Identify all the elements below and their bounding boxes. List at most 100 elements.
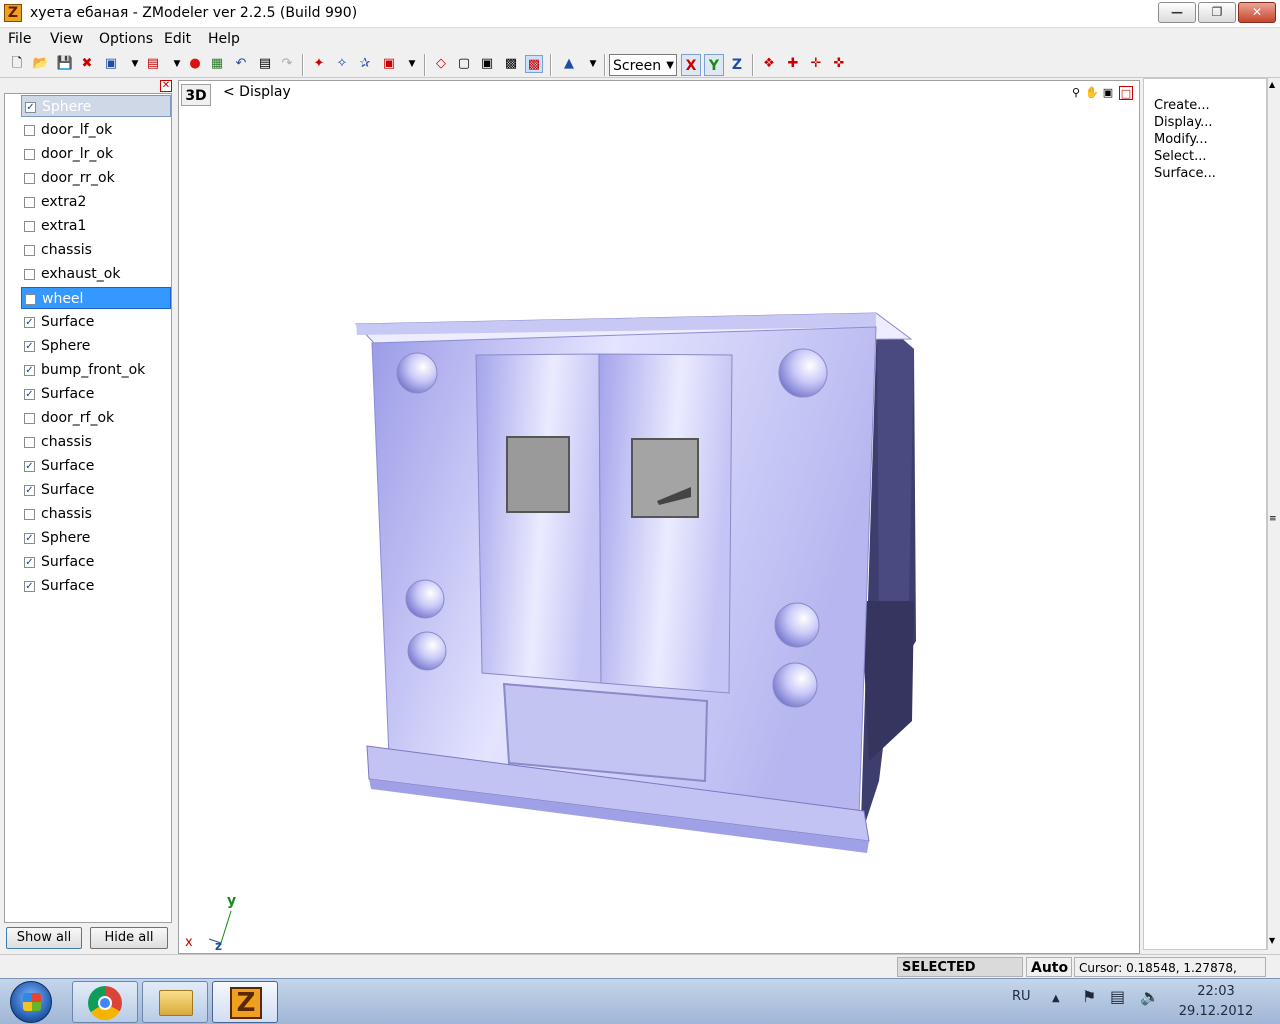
object-list-item[interactable]: ✓ Surface bbox=[21, 383, 171, 405]
visibility-checkbox[interactable] bbox=[24, 197, 35, 208]
axis-z-toggle[interactable]: Z bbox=[727, 54, 747, 76]
surface-menu-item[interactable]: Surface... bbox=[1154, 166, 1216, 181]
show-hidden-icons-icon[interactable]: ▲ bbox=[1052, 993, 1060, 1004]
visibility-checkbox[interactable] bbox=[24, 173, 35, 184]
modify-menu-item[interactable]: Modify... bbox=[1154, 132, 1208, 147]
face-mode-icon[interactable]: ▣ bbox=[478, 55, 496, 73]
maximize-button[interactable]: ❐ bbox=[1198, 2, 1236, 23]
visibility-checkbox[interactable]: ✓ bbox=[24, 365, 35, 376]
visibility-checkbox[interactable]: ✓ bbox=[24, 389, 35, 400]
object-list-item[interactable]: door_lf_ok bbox=[21, 119, 171, 141]
select-edge-icon[interactable]: ✧ bbox=[333, 55, 351, 73]
visibility-checkbox[interactable] bbox=[25, 294, 36, 305]
menu-view[interactable]: View bbox=[50, 31, 83, 47]
menu-help[interactable]: Help bbox=[208, 31, 240, 47]
visibility-checkbox[interactable] bbox=[24, 125, 35, 136]
object-list-item[interactable]: door_rr_ok bbox=[21, 167, 171, 189]
start-button[interactable] bbox=[10, 981, 52, 1023]
close-button[interactable]: ✕ bbox=[1238, 2, 1276, 23]
save-icon[interactable]: 💾 bbox=[56, 55, 74, 73]
import-dropdown-icon[interactable]: ▼ bbox=[126, 55, 144, 73]
visibility-checkbox[interactable] bbox=[24, 149, 35, 160]
zmodeler-taskbar-button[interactable]: Z bbox=[212, 981, 278, 1023]
visibility-checkbox[interactable]: ✓ bbox=[24, 581, 35, 592]
object-list-item[interactable]: ✓ Surface bbox=[21, 551, 171, 573]
visibility-checkbox[interactable] bbox=[24, 221, 35, 232]
scroll-grip-icon[interactable]: ≡ bbox=[1269, 514, 1277, 524]
chrome-taskbar-button[interactable] bbox=[72, 981, 138, 1023]
visibility-checkbox[interactable] bbox=[24, 269, 35, 280]
coordinate-space-select[interactable]: Screen ▼ bbox=[609, 54, 677, 76]
menu-edit[interactable]: Edit bbox=[164, 31, 191, 47]
open-folder-icon[interactable]: 📂 bbox=[32, 55, 50, 73]
network-icon[interactable]: ▤ bbox=[1110, 987, 1125, 1006]
new-file-icon[interactable]: 🗋 bbox=[8, 55, 26, 73]
system-clock[interactable]: 22:03 29.12.2012 bbox=[1170, 982, 1262, 1022]
shading-icon[interactable]: ▲ bbox=[560, 55, 578, 73]
object-list-item[interactable]: extra1 bbox=[21, 215, 171, 237]
object-list-item[interactable]: ✓ bump_front_ok bbox=[21, 359, 171, 381]
visibility-checkbox[interactable]: ✓ bbox=[24, 341, 35, 352]
select-menu-item[interactable]: Select... bbox=[1154, 149, 1207, 164]
export-icon[interactable]: ▤ bbox=[144, 55, 162, 73]
shading-dropdown-icon[interactable]: ▼ bbox=[584, 55, 602, 73]
object-list-item[interactable]: extra2 bbox=[21, 191, 171, 213]
edge-mode-icon[interactable]: ▢ bbox=[455, 55, 473, 73]
object-list-item[interactable]: ✓ Surface bbox=[21, 479, 171, 501]
hide-all-button[interactable]: Hide all bbox=[90, 927, 168, 949]
object-list-item[interactable]: ✓ Sphere bbox=[21, 527, 171, 549]
object-list-item[interactable]: chassis bbox=[21, 239, 171, 261]
scroll-down-icon[interactable]: ▼ bbox=[1269, 936, 1275, 945]
object-list-item[interactable]: ✓ Sphere bbox=[21, 95, 171, 117]
visibility-checkbox[interactable]: ✓ bbox=[24, 557, 35, 568]
visibility-checkbox[interactable]: ✓ bbox=[25, 102, 36, 113]
axis-gizmo-3-icon[interactable]: ✜ bbox=[830, 55, 848, 73]
display-menu-item[interactable]: Display... bbox=[1154, 115, 1212, 130]
object-list-item[interactable]: ✓ Surface bbox=[21, 575, 171, 597]
image-icon[interactable]: ▦ bbox=[208, 55, 226, 73]
object-mode-icon[interactable]: ▩ bbox=[502, 55, 520, 73]
vertex-mode-icon[interactable]: ◇ bbox=[432, 55, 450, 73]
document-icon[interactable]: ▤ bbox=[256, 55, 274, 73]
object-list-item[interactable]: ✓ Sphere bbox=[21, 335, 171, 357]
axis-x-toggle[interactable]: X bbox=[681, 54, 701, 76]
object-list-item[interactable]: ✓ Surface bbox=[21, 455, 171, 477]
volume-icon[interactable]: 🔈 bbox=[1140, 987, 1160, 1006]
language-indicator[interactable]: RU bbox=[1012, 989, 1031, 1004]
object-list-item[interactable]: chassis bbox=[21, 431, 171, 453]
magnet-icon[interactable]: ❖ bbox=[760, 55, 778, 73]
axis-gizmo-2-icon[interactable]: ✛ bbox=[807, 55, 825, 73]
create-menu-item[interactable]: Create... bbox=[1154, 98, 1210, 113]
command-panel-scrollbar[interactable]: ▲ ≡ ▼ bbox=[1267, 78, 1280, 950]
undo-icon[interactable]: ↶ bbox=[232, 55, 250, 73]
minimize-button[interactable]: — bbox=[1158, 2, 1196, 23]
object-list-item[interactable]: wheel bbox=[21, 287, 171, 309]
explorer-taskbar-button[interactable] bbox=[142, 981, 208, 1023]
axis-y-toggle[interactable]: Y bbox=[704, 54, 724, 76]
visibility-checkbox[interactable] bbox=[24, 245, 35, 256]
object-list-item[interactable]: exhaust_ok bbox=[21, 263, 171, 285]
action-center-flag-icon[interactable]: ⚑ bbox=[1082, 987, 1096, 1006]
visibility-checkbox[interactable] bbox=[24, 437, 35, 448]
axis-gizmo-icon[interactable]: ✚ bbox=[784, 55, 802, 73]
menu-options[interactable]: Options bbox=[99, 31, 153, 47]
redo-icon[interactable]: ↷ bbox=[278, 55, 296, 73]
3d-viewport[interactable]: 3D < Display ⚲ ✋ ▣ □ y x z bbox=[178, 80, 1140, 954]
select-object-icon[interactable]: ▣ bbox=[380, 55, 398, 73]
scroll-up-icon[interactable]: ▲ bbox=[1269, 80, 1275, 89]
cube-mode-icon[interactable]: ▩ bbox=[525, 55, 543, 73]
walk-icon[interactable]: ✰ bbox=[356, 55, 374, 73]
visibility-checkbox[interactable]: ✓ bbox=[24, 317, 35, 328]
select-dropdown-icon[interactable]: ▼ bbox=[403, 55, 421, 73]
close-icon[interactable]: ✕ bbox=[160, 80, 172, 92]
visibility-checkbox[interactable] bbox=[24, 413, 35, 424]
visibility-checkbox[interactable]: ✓ bbox=[24, 533, 35, 544]
object-list-item[interactable]: ✓ Surface bbox=[21, 311, 171, 333]
object-list-item[interactable]: door_rf_ok bbox=[21, 407, 171, 429]
object-list-item[interactable]: door_lr_ok bbox=[21, 143, 171, 165]
show-all-button[interactable]: Show all bbox=[6, 927, 82, 949]
import-icon[interactable]: ▣ bbox=[102, 55, 120, 73]
visibility-checkbox[interactable] bbox=[24, 509, 35, 520]
delete-icon[interactable]: ✖ bbox=[78, 55, 96, 73]
select-vertex-icon[interactable]: ✦ bbox=[310, 55, 328, 73]
